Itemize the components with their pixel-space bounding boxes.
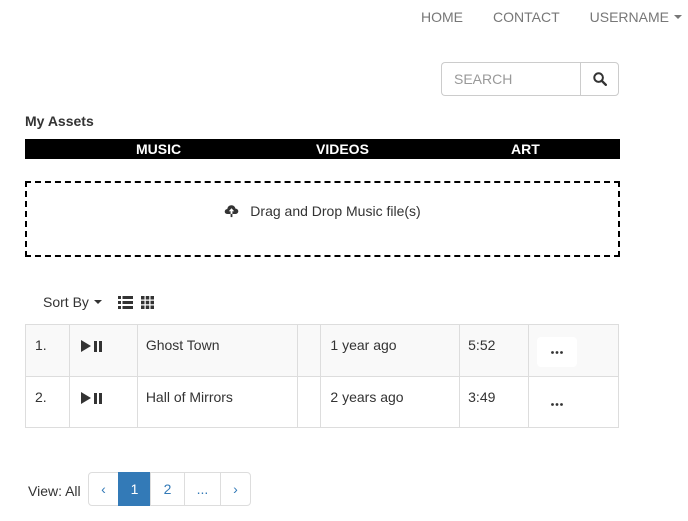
tab-art[interactable]: ART: [511, 139, 540, 159]
track-actions-cell: [528, 376, 619, 428]
sort-by-label: Sort By: [43, 294, 89, 310]
track-duration: 5:52: [459, 324, 530, 377]
view-all-label: View: All: [28, 483, 81, 499]
search-button[interactable]: [580, 62, 619, 96]
track-title[interactable]: Ghost Town: [136, 324, 298, 377]
chevron-down-icon: [93, 300, 102, 304]
list-view-icon: [117, 295, 133, 309]
table-cell: [296, 324, 322, 377]
playback-controls: [68, 324, 138, 377]
play-icon[interactable]: [80, 340, 91, 352]
pagination-page-2[interactable]: 2: [150, 472, 185, 506]
table-cell: [296, 376, 322, 428]
search-input[interactable]: [441, 62, 580, 96]
ellipsis-icon: [551, 350, 563, 354]
tab-videos[interactable]: VIDEOS: [316, 139, 369, 159]
nav-username-dropdown[interactable]: USERNAME: [590, 9, 682, 25]
list-toolbar: Sort By: [25, 290, 154, 314]
table-row: 1. Ghost Town 1 year ago 5:52: [25, 324, 619, 377]
username-label: USERNAME: [589, 9, 669, 25]
track-duration: 3:49: [459, 376, 530, 428]
dropzone-content: Drag and Drop Music file(s): [224, 202, 421, 222]
more-options-button[interactable]: [537, 389, 577, 419]
playback-controls: [68, 376, 138, 428]
search-form: [441, 62, 619, 96]
pause-icon[interactable]: [93, 340, 102, 352]
grid-view-icon: [140, 295, 154, 309]
pagination: ‹ 1 2 ... ›: [88, 472, 251, 506]
track-number: 1.: [25, 324, 70, 377]
file-dropzone[interactable]: Drag and Drop Music file(s): [25, 181, 620, 257]
grid-view-button[interactable]: [140, 295, 154, 309]
pause-icon[interactable]: [93, 392, 102, 404]
category-tabs: MUSIC VIDEOS ART: [25, 139, 620, 159]
search-icon: [592, 72, 607, 86]
dropzone-label: Drag and Drop Music file(s): [250, 203, 421, 219]
pagination-next-button[interactable]: ›: [220, 472, 251, 506]
pagination-prev-button[interactable]: ‹: [88, 472, 119, 506]
page-title: My Assets: [25, 113, 94, 129]
track-date: 1 year ago: [320, 324, 461, 377]
track-actions-cell: [528, 324, 619, 377]
chevron-down-icon: [674, 15, 682, 19]
table-row: 2. Hall of Mirrors 2 years ago 3:49: [25, 376, 619, 428]
list-view-button[interactable]: [117, 295, 133, 309]
ellipsis-icon: [551, 402, 563, 406]
track-number: 2.: [25, 376, 70, 428]
more-options-button[interactable]: [537, 337, 578, 367]
pagination-ellipsis[interactable]: ...: [184, 472, 221, 506]
sort-by-dropdown[interactable]: Sort By: [43, 294, 102, 310]
track-title[interactable]: Hall of Mirrors: [136, 376, 298, 428]
play-icon[interactable]: [80, 392, 91, 404]
nav-home-link[interactable]: HOME: [421, 9, 463, 25]
tab-music[interactable]: MUSIC: [136, 139, 181, 159]
track-date: 2 years ago: [320, 376, 461, 428]
cloud-upload-icon: [225, 205, 239, 218]
top-navigation: HOME CONTACT USERNAME: [391, 0, 682, 34]
tracks-table: 1. Ghost Town 1 year ago 5:52 2. Hall of…: [25, 324, 619, 428]
nav-contact-link[interactable]: CONTACT: [493, 9, 560, 25]
pagination-page-1[interactable]: 1: [118, 472, 151, 506]
